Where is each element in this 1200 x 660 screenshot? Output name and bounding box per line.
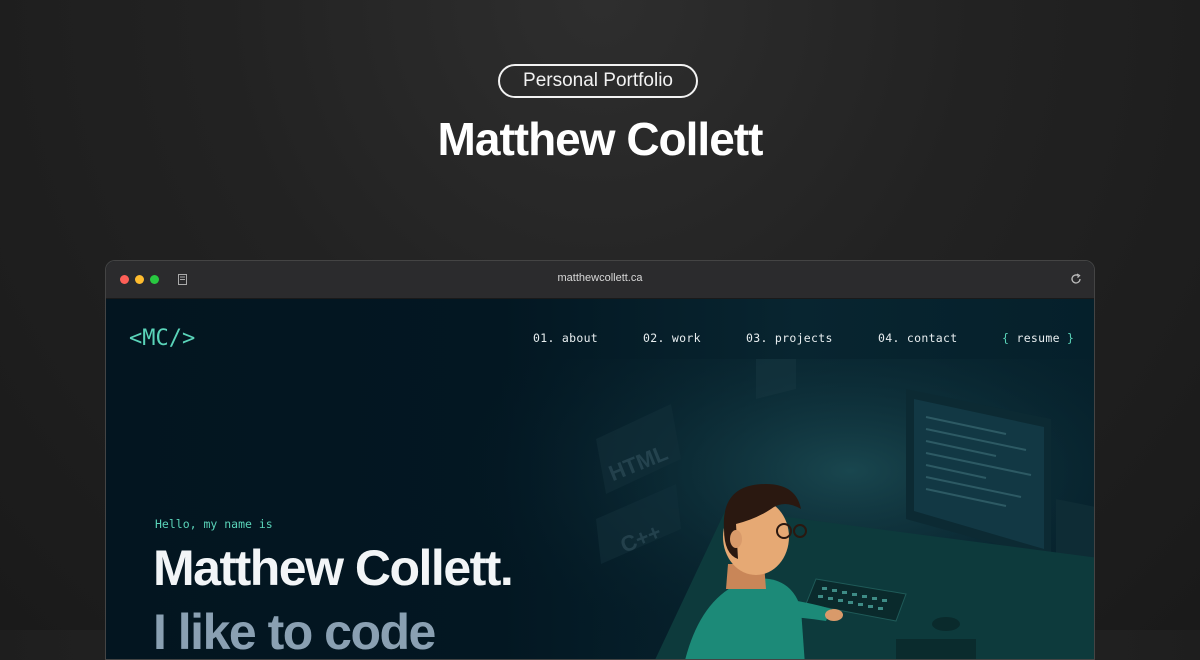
- resume-button[interactable]: { resume }: [1002, 331, 1074, 345]
- page-title: Matthew Collett: [437, 113, 764, 165]
- nav-contact-link[interactable]: 04. contact: [878, 331, 957, 345]
- address-bar[interactable]: matthewcollett.ca: [106, 272, 1094, 284]
- portfolio-badge: Personal Portfolio: [498, 64, 698, 98]
- website-viewport: HTML C++ <MC/> 01. about 02. work 03. pr…: [106, 299, 1094, 660]
- nav-projects-link[interactable]: 03. projects: [746, 331, 833, 345]
- hero-name: Matthew Collett.: [153, 540, 514, 596]
- resume-label: resume: [1016, 331, 1060, 345]
- nav-about-link[interactable]: 01. about: [533, 331, 598, 345]
- resume-open-brace: {: [1002, 331, 1010, 345]
- resume-close-brace: }: [1067, 331, 1075, 345]
- developer-illustration: HTML C++: [466, 359, 1094, 659]
- nav-work-link[interactable]: 02. work: [643, 331, 701, 345]
- browser-titlebar: matthewcollett.ca: [106, 261, 1094, 299]
- browser-window: matthewcollett.ca HTML C++ <MC/> 01. abo…: [105, 260, 1095, 660]
- hero-tagline: I like to code: [153, 604, 436, 660]
- hero-greeting: Hello, my name is: [155, 517, 273, 531]
- reload-icon[interactable]: [1070, 273, 1082, 285]
- site-logo[interactable]: <MC/>: [129, 326, 195, 351]
